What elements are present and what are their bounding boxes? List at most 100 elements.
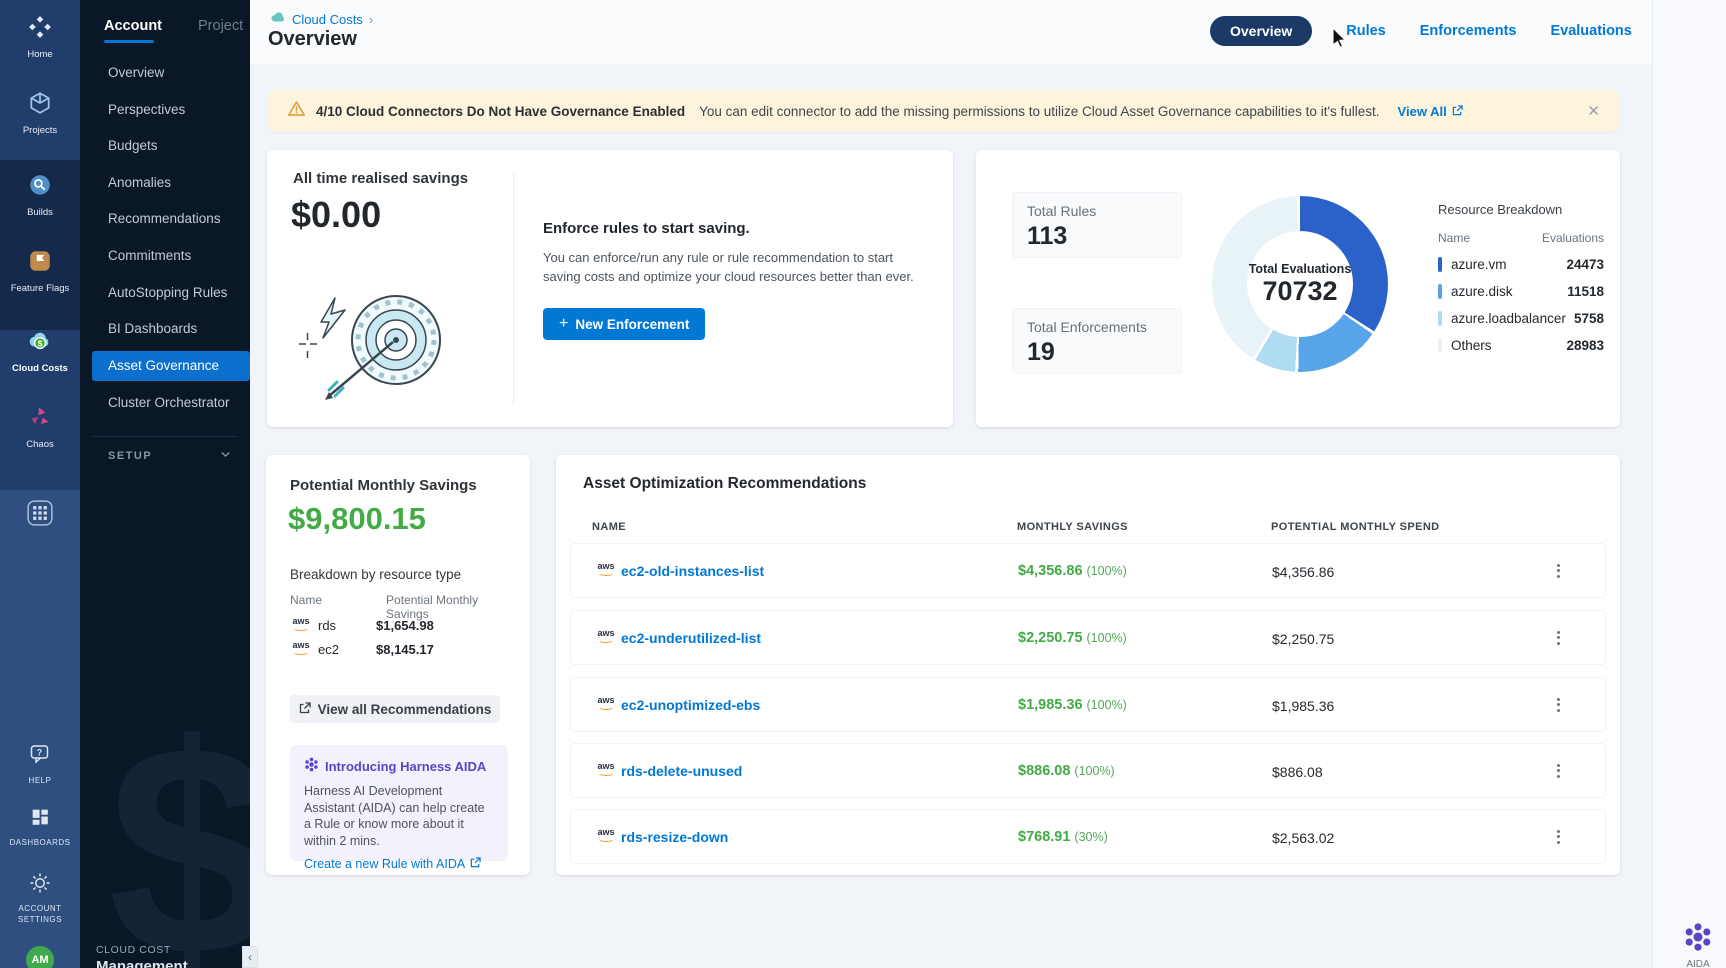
recommendation-link[interactable]: ec2-old-instances-list: [621, 563, 764, 579]
aws-icon: aws: [595, 627, 617, 647]
enforce-title: Enforce rules to start saving.: [543, 220, 750, 237]
dashboards-icon: [29, 806, 51, 833]
rail-label: Cloud Costs: [12, 363, 68, 374]
aida-promo-title: Introducing Harness AIDA: [304, 757, 494, 775]
donut-center-label: Total Evaluations: [1249, 262, 1352, 276]
breakdown-row: Others 28983: [1438, 338, 1604, 353]
sidebar-item-asset-governance[interactable]: Asset Governance: [92, 351, 250, 381]
recommendation-link[interactable]: ec2-underutilized-list: [621, 630, 761, 646]
aida-float-label: AIDA: [1672, 959, 1724, 968]
sidebar-item-bi-dashboards[interactable]: BI Dashboards: [80, 314, 250, 344]
chaos-pinwheel-icon: [27, 404, 53, 435]
dart-target-illustration-icon: [291, 278, 471, 413]
resource-breakdown-header: Name Evaluations: [1438, 231, 1604, 245]
main-content: Cloud Costs › Overview Overview Rules En…: [250, 0, 1726, 968]
row-menu-kebab-icon[interactable]: [1548, 628, 1568, 650]
help-chat-icon: ?: [28, 742, 52, 771]
aida-floating-button[interactable]: AIDA: [1672, 922, 1724, 968]
apps-grid-icon: [25, 498, 55, 533]
sidebar-item-overview[interactable]: Overview: [80, 58, 250, 88]
flag-icon: [27, 248, 53, 279]
plus-icon: +: [559, 315, 568, 333]
row-menu-kebab-icon[interactable]: [1548, 761, 1568, 783]
breadcrumb: Cloud Costs ›: [270, 10, 373, 28]
warning-icon: [287, 100, 306, 122]
asset-optimization-card: Asset Optimization Recommendations NAME …: [556, 455, 1620, 875]
recommendation-row[interactable]: aws ec2-underutilized-list $2,250.75(100…: [570, 610, 1606, 665]
row-menu-kebab-icon[interactable]: [1548, 827, 1568, 849]
col-header-name: NAME: [592, 521, 626, 533]
rail-item-cloud-costs[interactable]: $ Cloud Costs: [0, 328, 80, 374]
sidebar-item-cluster-orchestrator[interactable]: Cluster Orchestrator: [80, 388, 250, 418]
row-menu-kebab-icon[interactable]: [1548, 561, 1568, 583]
rail-item-home[interactable]: Home: [0, 14, 80, 60]
recommendation-row[interactable]: aws rds-resize-down $768.91(30%) $2,563.…: [570, 809, 1606, 864]
active-tab-underline: [104, 40, 154, 43]
sidebar-item-budgets[interactable]: Budgets: [80, 131, 250, 161]
potential-savings-value: $9,800.15: [288, 501, 426, 537]
tab-project[interactable]: Project: [198, 18, 243, 34]
rail-item-account-settings[interactable]: ACCOUNT SETTINGS: [0, 872, 80, 925]
tab-enforcements[interactable]: Enforcements: [1420, 23, 1517, 39]
rail-label: HELP: [29, 775, 52, 786]
sidebar-item-anomalies[interactable]: Anomalies: [80, 168, 250, 198]
recommendation-row[interactable]: aws rds-delete-unused $886.08(100%) $886…: [570, 743, 1606, 798]
external-link-icon: [1452, 104, 1463, 119]
tab-rules[interactable]: Rules: [1346, 23, 1386, 39]
row-menu-kebab-icon[interactable]: [1548, 695, 1568, 717]
banner-view-all-link[interactable]: View All: [1398, 104, 1463, 119]
sidebar-footer-product: CLOUD COST: [96, 944, 171, 956]
total-rules-label: Total Rules: [1027, 203, 1167, 219]
total-enforcements-label: Total Enforcements: [1027, 319, 1167, 335]
user-avatar[interactable]: AM: [26, 946, 54, 968]
legend-chip: [1438, 257, 1442, 272]
cloud-costs-sidebar: $ Account Project Overview Perspectives …: [80, 0, 250, 968]
aida-create-rule-link[interactable]: Create a new Rule with AIDA: [304, 857, 494, 871]
aida-sparkle-icon: [304, 757, 319, 775]
rail-label: Home: [27, 49, 52, 60]
dollar-watermark-icon: $: [108, 700, 250, 968]
breadcrumb-link-cloud-costs[interactable]: Cloud Costs: [292, 12, 363, 27]
cloud-dollar-icon: $: [26, 328, 54, 359]
tab-overview[interactable]: Overview: [1210, 16, 1312, 46]
recommendation-link[interactable]: rds-delete-unused: [621, 763, 742, 779]
view-all-recommendations-button[interactable]: View all Recommendations: [290, 695, 500, 723]
top-nav-tabs: Overview Rules Enforcements Evaluations: [1210, 16, 1632, 46]
sidebar-item-perspectives[interactable]: Perspectives: [80, 95, 250, 125]
harness-home-icon: [27, 14, 53, 45]
breakdown-row: azure.disk 11518: [1438, 284, 1604, 299]
tab-account[interactable]: Account: [104, 18, 162, 34]
svg-text:$: $: [38, 338, 43, 348]
sidebar-divider: [92, 436, 238, 437]
page-title: Overview: [268, 28, 357, 51]
rail-item-projects[interactable]: Projects: [0, 90, 80, 136]
tab-evaluations[interactable]: Evaluations: [1550, 23, 1631, 39]
legend-chip: [1438, 284, 1442, 299]
sidebar-collapse-handle[interactable]: ‹: [242, 946, 258, 968]
recommendation-link[interactable]: rds-resize-down: [621, 829, 728, 845]
recommendation-row[interactable]: aws ec2-old-instances-list $4,356.86(100…: [570, 543, 1606, 598]
rail-item-builds[interactable]: Builds: [0, 172, 80, 218]
rail-item-chaos[interactable]: Chaos: [0, 404, 80, 450]
sidebar-item-commitments[interactable]: Commitments: [80, 241, 250, 271]
sidebar-item-autostopping[interactable]: AutoStopping Rules: [80, 278, 250, 308]
sidebar-item-recommendations[interactable]: Recommendations: [80, 204, 250, 234]
col-header-spend: POTENTIAL MONTHLY SPEND: [1271, 521, 1440, 533]
rail-item-dashboards[interactable]: DASHBOARDS: [0, 806, 80, 848]
right-gutter: [1652, 0, 1726, 968]
setup-label: SETUP: [108, 450, 152, 462]
rail-item-feature-flags[interactable]: Feature Flags: [0, 248, 80, 294]
aida-sparkle-icon: [1683, 939, 1713, 956]
rail-item-help[interactable]: ? HELP: [0, 742, 80, 786]
donut-center-value: 70732: [1262, 276, 1337, 307]
aws-icon: aws: [290, 615, 312, 635]
close-icon[interactable]: ✕: [1587, 102, 1600, 120]
recommendation-row[interactable]: aws ec2-unoptimized-ebs $1,985.36(100%) …: [570, 677, 1606, 732]
gear-icon: [29, 872, 51, 899]
new-enforcement-button[interactable]: + New Enforcement: [543, 308, 705, 340]
module-switcher-button[interactable]: [0, 498, 80, 533]
setup-section-toggle[interactable]: SETUP: [108, 448, 232, 464]
governance-warning-banner: 4/10 Cloud Connectors Do Not Have Govern…: [267, 90, 1620, 132]
chevron-down-icon: [219, 448, 232, 464]
recommendation-link[interactable]: ec2-unoptimized-ebs: [621, 697, 760, 713]
